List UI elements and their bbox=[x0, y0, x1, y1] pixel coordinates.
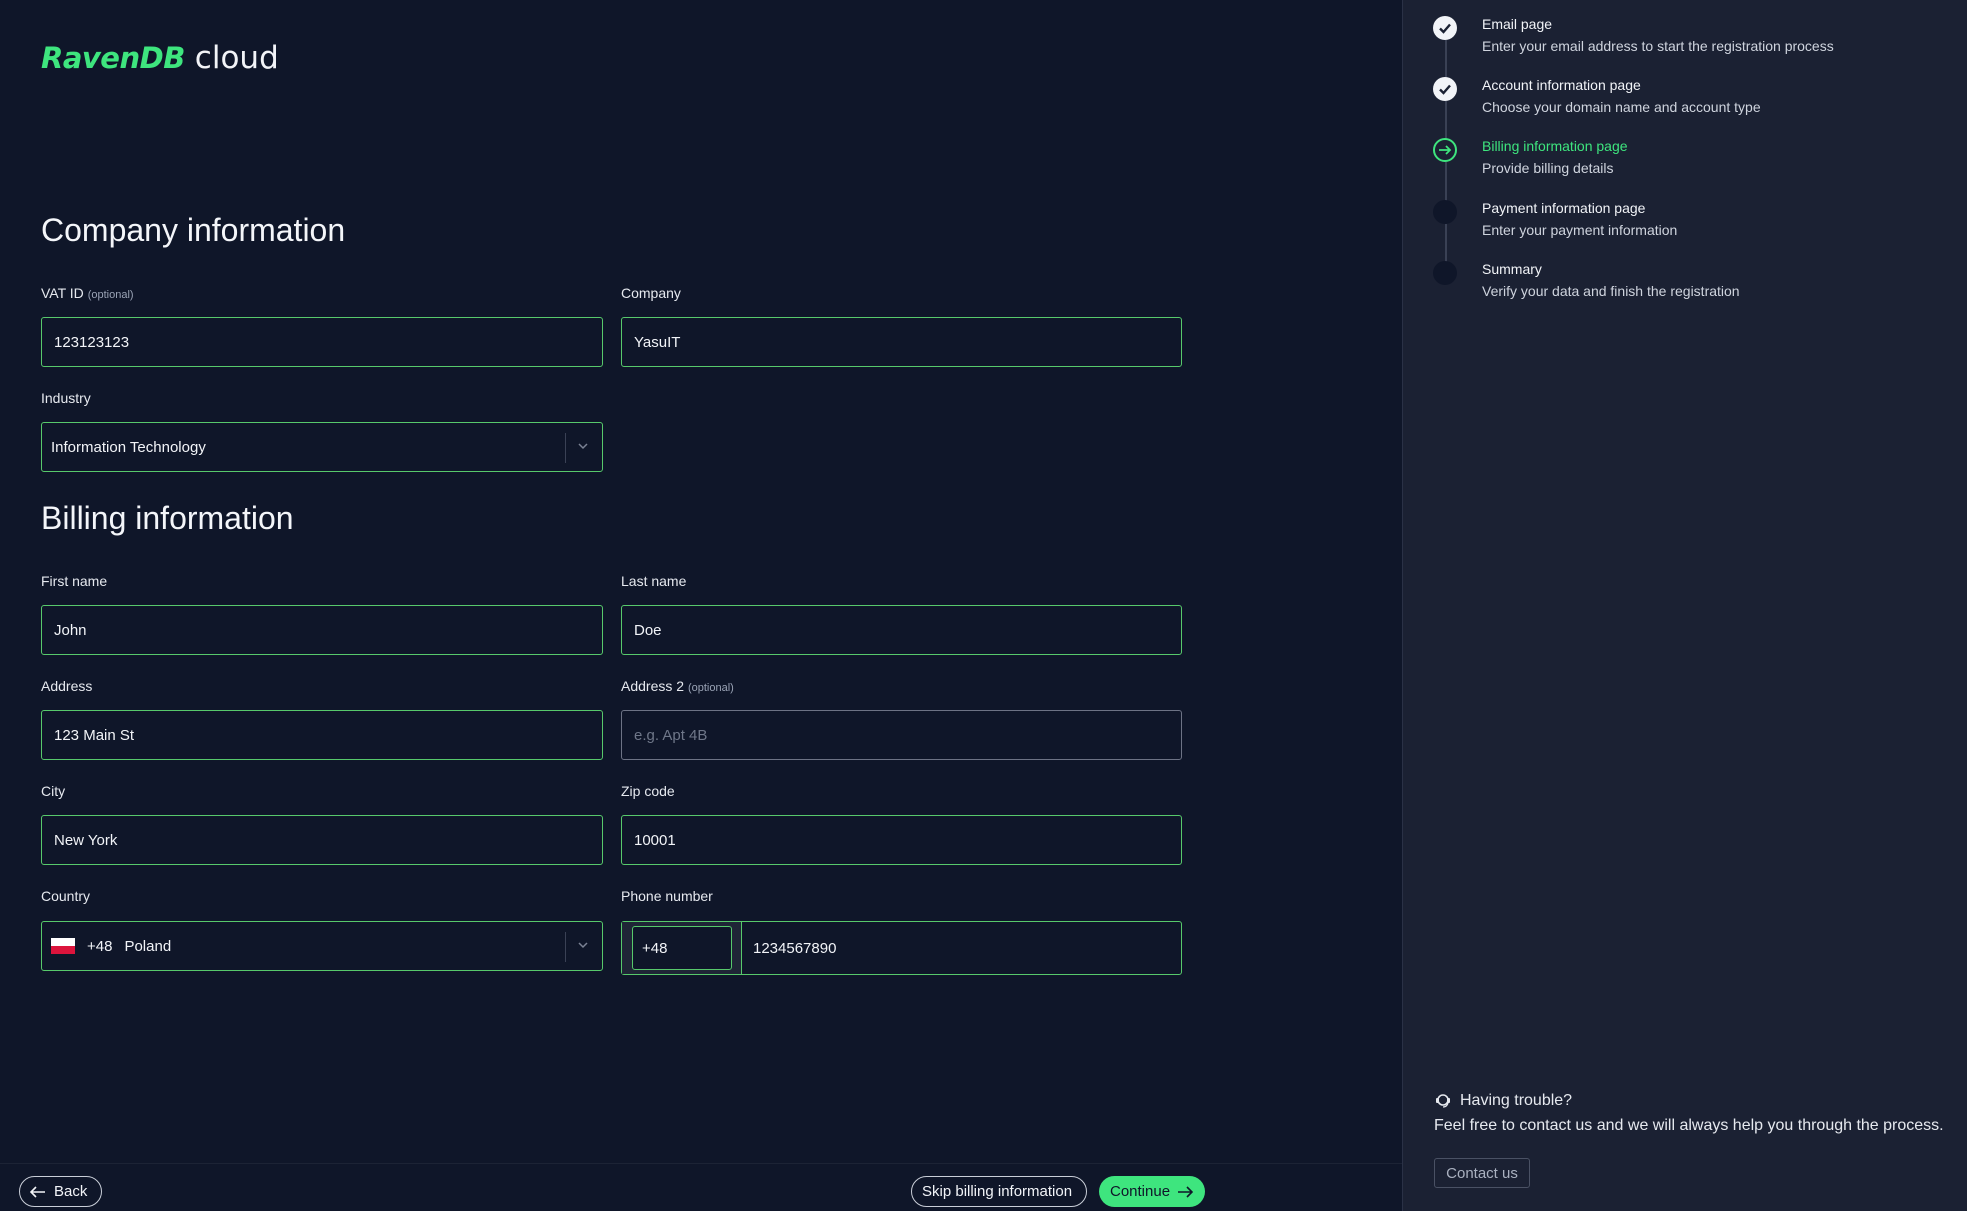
country-label: Country bbox=[41, 888, 91, 904]
continue-label: Continue bbox=[1110, 1183, 1171, 1200]
help-title: Having trouble? bbox=[1434, 1092, 1572, 1110]
phone-code-input[interactable]: +48 bbox=[632, 926, 732, 970]
industry-value: Information Technology bbox=[51, 438, 206, 456]
help-text: Feel free to contact us and we will alwa… bbox=[1434, 1117, 1944, 1134]
address-input[interactable] bbox=[54, 726, 590, 744]
step-email: Email page Enter your email address to s… bbox=[1433, 16, 1953, 68]
last-name-field[interactable] bbox=[621, 605, 1182, 655]
skip-billing-button[interactable]: Skip billing information bbox=[911, 1176, 1087, 1207]
select-divider bbox=[565, 932, 566, 962]
logo-product: cloud bbox=[194, 40, 279, 76]
skip-label: Skip billing information bbox=[922, 1183, 1073, 1200]
vat-optional-text: (optional) bbox=[87, 289, 134, 301]
step-description: Enter your payment information bbox=[1482, 222, 1678, 238]
address-field[interactable] bbox=[41, 710, 603, 760]
vat-input[interactable] bbox=[54, 333, 590, 351]
address2-optional-text: (optional) bbox=[687, 682, 734, 694]
city-field[interactable] bbox=[41, 815, 603, 865]
vat-label-text: VAT ID bbox=[41, 285, 84, 301]
main-panel: RavenDB cloud Company information VAT ID… bbox=[0, 0, 1402, 1211]
step-description: Verify your data and finish the registra… bbox=[1482, 283, 1740, 299]
company-label: Company bbox=[621, 285, 681, 301]
country-code: +48 bbox=[87, 937, 113, 955]
phone-field: +48 1234567890 bbox=[621, 921, 1182, 975]
phone-label: Phone number bbox=[621, 888, 713, 904]
step-description: Enter your email address to start the re… bbox=[1482, 38, 1834, 54]
poland-flag-icon bbox=[51, 938, 75, 954]
pending-circle-icon bbox=[1433, 200, 1457, 224]
vat-field[interactable] bbox=[41, 317, 603, 367]
industry-select[interactable]: Information Technology bbox=[41, 422, 603, 472]
arrow-left-icon bbox=[30, 1185, 45, 1198]
first-name-field[interactable] bbox=[41, 605, 603, 655]
first-name-input[interactable] bbox=[54, 621, 590, 639]
step-title: Email page bbox=[1482, 16, 1553, 32]
company-field[interactable] bbox=[621, 317, 1182, 367]
step-payment: Payment information page Enter your paym… bbox=[1433, 200, 1953, 252]
billing-section-title: Billing information bbox=[41, 500, 294, 536]
country-select[interactable]: +48 Poland bbox=[41, 921, 603, 971]
step-description: Provide billing details bbox=[1482, 160, 1614, 176]
step-summary: Summary Verify your data and finish the … bbox=[1433, 261, 1953, 313]
step-billing: Billing information page Provide billing… bbox=[1433, 138, 1953, 190]
city-label: City bbox=[41, 783, 66, 799]
step-title: Account information page bbox=[1482, 77, 1641, 93]
step-title: Summary bbox=[1482, 261, 1542, 277]
step-description: Choose your domain name and account type bbox=[1482, 99, 1761, 115]
phone-code-container: +48 bbox=[622, 922, 742, 974]
first-name-label: First name bbox=[41, 573, 108, 589]
step-title: Billing information page bbox=[1482, 138, 1628, 154]
help-title-text: Having trouble? bbox=[1460, 1092, 1573, 1109]
company-section-title: Company information bbox=[41, 212, 346, 248]
last-name-label: Last name bbox=[621, 573, 687, 589]
step-account: Account information page Choose your dom… bbox=[1433, 77, 1953, 129]
address-label: Address bbox=[41, 678, 93, 694]
country-name: Poland bbox=[124, 937, 172, 955]
select-divider bbox=[565, 433, 566, 463]
phone-number-input[interactable]: 1234567890 bbox=[753, 922, 836, 974]
check-circle-icon bbox=[1433, 16, 1457, 40]
address2-label-text: Address 2 bbox=[621, 678, 685, 694]
pending-circle-icon bbox=[1433, 261, 1457, 285]
logo-brand: RavenDB bbox=[41, 41, 185, 75]
support-icon bbox=[1436, 1094, 1450, 1108]
footer-bar: Back Skip billing information Continue bbox=[0, 1163, 1402, 1211]
zip-input[interactable] bbox=[634, 831, 1169, 849]
zip-field[interactable] bbox=[621, 815, 1182, 865]
back-label: Back bbox=[54, 1183, 88, 1200]
industry-label: Industry bbox=[41, 390, 91, 406]
address2-label: Address 2 (optional) bbox=[621, 678, 734, 694]
address2-input[interactable] bbox=[634, 726, 1169, 744]
chevron-down-icon bbox=[578, 443, 588, 450]
back-button[interactable]: Back bbox=[19, 1176, 102, 1207]
company-input[interactable] bbox=[634, 333, 1169, 351]
continue-button[interactable]: Continue bbox=[1099, 1176, 1205, 1207]
address2-field[interactable] bbox=[621, 710, 1182, 760]
step-title: Payment information page bbox=[1482, 200, 1646, 216]
contact-us-button[interactable]: Contact us bbox=[1434, 1158, 1530, 1188]
zip-label: Zip code bbox=[621, 783, 675, 799]
last-name-input[interactable] bbox=[634, 621, 1169, 639]
check-circle-icon bbox=[1433, 77, 1457, 101]
city-input[interactable] bbox=[54, 831, 590, 849]
ravendb-logo: RavenDB cloud bbox=[41, 40, 279, 80]
chevron-down-icon bbox=[578, 942, 588, 949]
arrow-right-icon bbox=[1178, 1185, 1194, 1198]
vat-label: VAT ID (optional) bbox=[41, 285, 134, 301]
arrow-right-circle-icon bbox=[1433, 138, 1457, 162]
